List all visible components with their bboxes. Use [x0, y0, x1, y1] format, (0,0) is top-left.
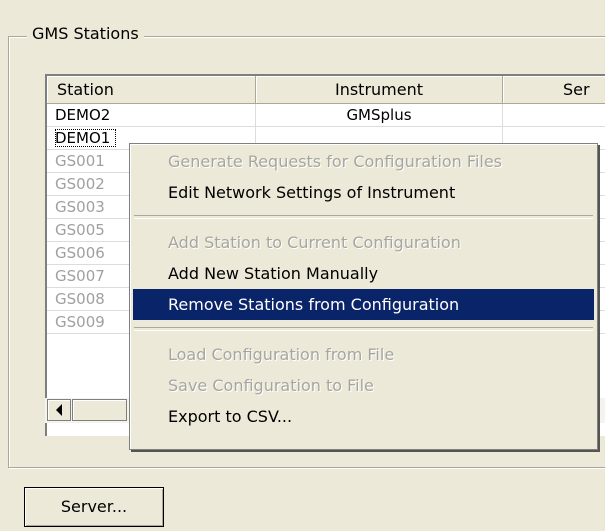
- column-header-instrument[interactable]: Instrument: [256, 76, 503, 104]
- focused-station-label: DEMO1: [55, 129, 117, 147]
- menu-item-load-config[interactable]: Load Configuration from File: [133, 339, 594, 370]
- scroll-left-button[interactable]: [47, 399, 71, 421]
- menu-item-add-station-to-config[interactable]: Add Station to Current Configuration: [133, 227, 594, 258]
- menu-item-add-new-station[interactable]: Add New Station Manually: [133, 258, 594, 289]
- groupbox-title: GMS Stations: [27, 22, 144, 46]
- instrument-cell: GMSplus: [256, 104, 503, 126]
- menu-item-remove-stations[interactable]: Remove Stations from Configuration: [133, 289, 594, 320]
- menu-item-generate-requests[interactable]: Generate Requests for Configuration File…: [133, 146, 594, 177]
- menu-separator: [134, 215, 593, 219]
- table-row[interactable]: DEMO2 GMSplus: [47, 104, 605, 127]
- context-menu: Generate Requests for Configuration File…: [129, 143, 598, 450]
- station-cell: DEMO2: [47, 104, 256, 126]
- menu-item-edit-network-settings[interactable]: Edit Network Settings of Instrument: [133, 177, 594, 208]
- menu-separator: [134, 327, 593, 331]
- server-button[interactable]: Server...: [24, 487, 164, 527]
- gms-stations-window: GMS Stations Station Instrument Ser DEMO…: [0, 0, 605, 531]
- scrollbar-thumb[interactable]: [72, 399, 127, 421]
- table-header: Station Instrument Ser: [47, 76, 605, 104]
- column-header-server[interactable]: Ser: [503, 76, 605, 104]
- menu-item-save-config[interactable]: Save Configuration to File: [133, 370, 594, 401]
- menu-item-export-csv[interactable]: Export to CSV...: [133, 401, 594, 432]
- triangle-left-icon: [56, 404, 62, 416]
- server-cell: [503, 104, 605, 126]
- column-header-station[interactable]: Station: [47, 76, 256, 104]
